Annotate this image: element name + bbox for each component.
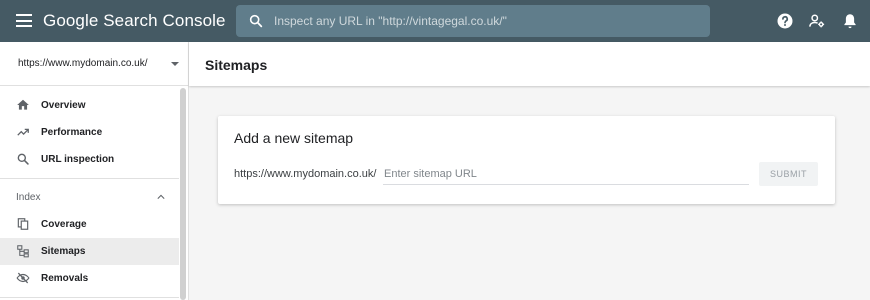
visibility-off-icon	[16, 272, 30, 284]
sidebar-item-label: Coverage	[41, 219, 87, 230]
sidebar-item-sitemaps[interactable]: Sitemaps	[0, 238, 179, 265]
search-input[interactable]	[274, 5, 694, 37]
search-icon	[17, 153, 29, 165]
top-app-bar: Google Search Console	[0, 0, 870, 42]
search-icon	[249, 14, 263, 28]
sidebar-scrollbar[interactable]	[180, 88, 186, 300]
property-url: https://www.mydomain.co.uk/	[18, 58, 148, 69]
chevron-up-icon[interactable]	[157, 194, 165, 200]
sitemap-url-prefix: https://www.mydomain.co.uk/	[234, 168, 377, 180]
sidebar-item-label: URL inspection	[41, 154, 115, 165]
url-inspection-search[interactable]	[236, 5, 710, 37]
sidebar-item-performance[interactable]: Performance	[0, 119, 179, 146]
property-selector[interactable]: https://www.mydomain.co.uk/	[0, 42, 188, 86]
trending-up-icon	[17, 128, 29, 136]
sidebar-item-label: Performance	[41, 127, 103, 138]
section-header-index: Index	[16, 192, 41, 203]
sidebar-item-removals[interactable]: Removals	[0, 265, 179, 292]
sidebar-item-coverage[interactable]: Coverage	[0, 211, 179, 238]
dropdown-arrow-icon	[171, 62, 179, 66]
card-title: Add a new sitemap	[234, 130, 354, 146]
sidebar-divider	[0, 178, 179, 179]
sidebar-divider	[0, 297, 179, 298]
submit-button[interactable]: SUBMIT	[759, 162, 818, 186]
notifications-icon[interactable]	[841, 12, 859, 30]
home-icon	[17, 99, 29, 110]
sitemap-icon	[17, 245, 29, 258]
sidebar-item-label: Sitemaps	[41, 246, 86, 257]
add-sitemap-card: Add a new sitemap https://www.mydomain.c…	[218, 116, 835, 204]
sidebar-item-overview[interactable]: Overview	[0, 92, 179, 119]
sitemap-url-input[interactable]	[383, 165, 749, 185]
page-header: Sitemaps	[189, 42, 870, 86]
sidebar-item-url-inspection[interactable]: URL inspection	[0, 146, 179, 173]
copy-icon	[17, 218, 29, 230]
sidebar: https://www.mydomain.co.uk/ Overview Per…	[0, 42, 189, 300]
sidebar-item-label: Overview	[41, 100, 86, 111]
app-title[interactable]: Google Search Console	[43, 11, 226, 31]
help-icon[interactable]	[776, 12, 794, 30]
manage-users-icon[interactable]	[808, 12, 826, 30]
page-title: Sitemaps	[205, 57, 268, 73]
menu-icon[interactable]	[16, 14, 32, 27]
sidebar-item-label: Removals	[41, 273, 89, 284]
